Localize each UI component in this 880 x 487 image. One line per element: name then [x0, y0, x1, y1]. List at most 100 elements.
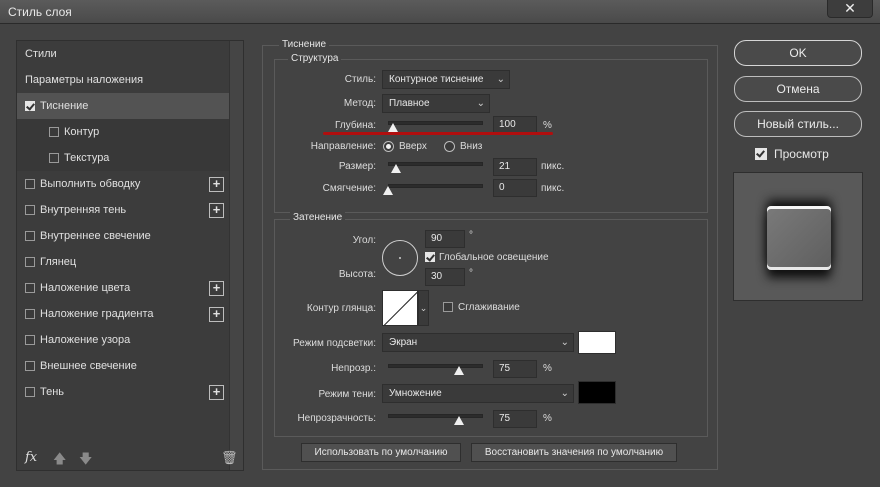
style-checkbox[interactable] — [25, 179, 35, 189]
highlight-opacity-label: Непрозр.: — [331, 363, 376, 374]
preview-thumbnail — [767, 206, 831, 270]
direction-up-radio[interactable] — [383, 141, 394, 152]
cancel-button[interactable]: Отмена — [734, 76, 862, 102]
highlight-opacity-input[interactable]: 75 — [493, 360, 537, 378]
fx-icon[interactable]: fx — [25, 450, 37, 465]
ok-button[interactable]: OK — [734, 40, 862, 66]
style-select[interactable]: Контурное тиснение ⌄ — [382, 70, 510, 89]
direction-down-radio[interactable] — [444, 141, 455, 152]
size-label: Размер: — [338, 161, 376, 172]
red-underline-annotation — [323, 132, 553, 135]
style-checkbox[interactable] — [25, 387, 35, 397]
style-checkbox[interactable] — [49, 127, 59, 137]
style-list-item[interactable]: Тиснение — [17, 93, 229, 119]
style-checkbox[interactable] — [49, 153, 59, 163]
antialias-checkbox[interactable] — [443, 302, 453, 312]
style-list-item[interactable]: Тень + — [17, 379, 229, 405]
direction-label: Направление: — [310, 141, 376, 152]
size-slider[interactable] — [388, 162, 483, 166]
add-effect-plus-icon[interactable]: + — [209, 281, 224, 296]
soften-slider-thumb[interactable] — [383, 186, 393, 195]
altitude-input[interactable]: 30 — [425, 268, 465, 286]
style-list-label: Тень — [40, 386, 65, 398]
move-up-icon[interactable]: 🡅 — [53, 450, 66, 472]
style-list-item[interactable]: Внутреннее свечение — [17, 223, 229, 249]
style-checkbox[interactable] — [25, 101, 35, 111]
add-effect-plus-icon[interactable]: + — [209, 385, 224, 400]
style-list-label: Контур — [64, 126, 100, 138]
trash-icon[interactable]: 🗑 — [221, 450, 238, 466]
direction-up-label: Вверх — [399, 141, 427, 152]
highlight-opacity-thumb[interactable] — [454, 366, 465, 375]
chevron-down-icon: ⌄ — [476, 98, 485, 109]
add-effect-plus-icon[interactable]: + — [209, 307, 224, 322]
style-checkbox[interactable] — [25, 257, 35, 267]
new-style-button[interactable]: Новый стиль... — [734, 111, 862, 137]
close-button[interactable]: ✕ — [827, 0, 873, 18]
soften-slider[interactable] — [388, 184, 483, 188]
style-preview — [733, 172, 863, 301]
method-select[interactable]: Плавное ⌄ — [382, 94, 490, 113]
preview-checkbox[interactable] — [755, 148, 767, 160]
depth-slider-thumb[interactable] — [387, 123, 398, 132]
depth-slider[interactable] — [388, 121, 483, 125]
style-list-item[interactable]: Внешнее свечение — [17, 353, 229, 379]
chevron-down-icon: ⌄ — [496, 74, 505, 85]
shadow-color-swatch[interactable] — [578, 381, 616, 404]
style-checkbox[interactable] — [25, 335, 35, 345]
reset-default-button[interactable]: Восстановить значения по умолчанию — [471, 443, 677, 462]
style-checkbox[interactable] — [25, 205, 35, 215]
style-list-item[interactable]: Выполнить обводку + — [17, 171, 229, 197]
soften-input[interactable]: 0 — [493, 179, 537, 197]
highlight-color-swatch[interactable] — [578, 331, 616, 354]
styles-toolbar: fx 🡅 🡇 🗑 — [17, 444, 238, 472]
style-list-label: Внутреннее свечение — [40, 230, 151, 242]
style-label: Стиль: — [344, 74, 376, 85]
styles-scrollbar[interactable] — [229, 41, 243, 470]
highlight-mode-select[interactable]: Экран ⌄ — [382, 333, 574, 352]
add-effect-plus-icon[interactable]: + — [209, 177, 224, 192]
style-list-item[interactable]: Параметры наложения — [17, 67, 229, 93]
altitude-degree: ° — [469, 268, 473, 279]
angle-degree: ° — [469, 230, 473, 241]
shadow-opacity-slider[interactable] — [388, 414, 483, 418]
style-checkbox[interactable] — [25, 231, 35, 241]
highlight-opacity-slider[interactable] — [388, 364, 483, 368]
style-list-item[interactable]: Текстура — [17, 145, 229, 171]
direction-down-label: Вниз — [460, 141, 483, 152]
style-checkbox[interactable] — [25, 283, 35, 293]
shadow-opacity-unit: % — [543, 413, 552, 424]
add-effect-plus-icon[interactable]: + — [209, 203, 224, 218]
angle-input[interactable]: 90 — [425, 230, 465, 248]
highlight-opacity-unit: % — [543, 363, 552, 374]
style-list-label: Выполнить обводку — [40, 178, 141, 190]
gloss-contour-label: Контур глянца: — [306, 303, 376, 314]
shadow-mode-select[interactable]: Умножение ⌄ — [382, 384, 574, 403]
global-light-checkbox[interactable] — [425, 252, 435, 262]
antialias-label: Сглаживание — [458, 302, 520, 313]
style-checkbox[interactable] — [25, 361, 35, 371]
make-default-button[interactable]: Использовать по умолчанию — [301, 443, 461, 462]
shadow-mode-value: Умножение — [389, 388, 442, 399]
gloss-contour-picker[interactable] — [382, 290, 418, 326]
highlight-mode-value: Экран — [389, 337, 418, 348]
style-list-item[interactable]: Контур — [17, 119, 229, 145]
style-list-item[interactable]: Наложение цвета + — [17, 275, 229, 301]
chevron-down-icon[interactable]: ⌄ — [418, 290, 429, 326]
style-list-item[interactable]: Наложение градиента + — [17, 301, 229, 327]
move-down-icon[interactable]: 🡇 — [79, 450, 92, 472]
size-slider-thumb[interactable] — [390, 164, 401, 173]
shading-title: Затенение — [290, 212, 346, 223]
style-list-item[interactable]: Внутренняя тень + — [17, 197, 229, 223]
size-input[interactable]: 21 — [493, 158, 537, 176]
shadow-opacity-input[interactable]: 75 — [493, 410, 537, 428]
angle-dial[interactable] — [382, 240, 418, 276]
style-select-value: Контурное тиснение — [389, 74, 484, 85]
style-list-item[interactable]: Стили — [17, 41, 229, 67]
style-checkbox[interactable] — [25, 309, 35, 319]
style-list-label: Наложение градиента — [40, 308, 154, 320]
style-list-item[interactable]: Наложение узора — [17, 327, 229, 353]
shadow-opacity-thumb[interactable] — [454, 416, 465, 425]
style-list-item[interactable]: Глянец — [17, 249, 229, 275]
style-list-label: Тиснение — [40, 100, 89, 112]
